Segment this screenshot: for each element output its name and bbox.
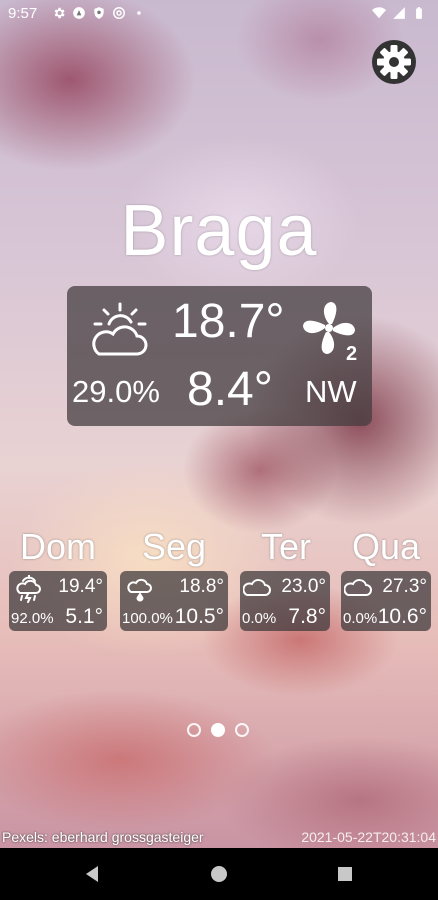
- forecast-day-label: Dom: [19, 526, 96, 567]
- forecast-humidity: 92.0%: [11, 610, 54, 627]
- forecast-temp-max: 27.3°: [382, 576, 427, 597]
- forecast-day-label: Qua: [351, 526, 421, 567]
- page-indicator: [187, 723, 249, 737]
- at-icon: [113, 7, 125, 19]
- battery-icon: [416, 7, 422, 19]
- page-dot[interactable]: [235, 723, 249, 737]
- status-notification-icons: [52, 6, 146, 20]
- cloud-icon: [344, 579, 372, 596]
- current-temp-min: 8.4°: [187, 363, 273, 416]
- status-system-icons: [372, 6, 426, 20]
- shield-icon: [94, 7, 104, 19]
- forecast-temp-min: 5.1°: [65, 605, 103, 628]
- current-weather-panel[interactable]: 18.7° 2 29.0% 8.4° NW: [67, 286, 372, 426]
- cloud-icon: [243, 579, 271, 596]
- forecast-card-dom[interactable]: 19.4° 92.0% 5.1°: [9, 571, 107, 631]
- update-timestamp: 2021-05-22T20:31:04: [301, 829, 436, 845]
- current-wind-direction: NW: [305, 374, 357, 409]
- forecast-temp-min: 7.8°: [288, 605, 326, 628]
- app-screen: 9:57 Braga 18.7° 2 29.0% 8.4° NW Dom Seg…: [0, 0, 438, 900]
- page-dot[interactable]: [187, 723, 201, 737]
- system-nav-bar: [0, 848, 438, 900]
- settings-button[interactable]: [370, 38, 418, 86]
- forecast-temp-max: 19.4°: [58, 576, 103, 597]
- more-notifications-dot: [137, 11, 141, 15]
- current-temp-max: 18.7°: [172, 295, 285, 348]
- forecast-humidity: 0.0%: [242, 610, 277, 627]
- forecast-day-label: Seg: [141, 526, 207, 567]
- page-dot-active[interactable]: [211, 723, 225, 737]
- forecast-card-qua[interactable]: 27.3° 0.0% 10.6°: [341, 571, 431, 631]
- photo-credit[interactable]: Pexels: eberhard grossgasteiger: [2, 829, 204, 845]
- back-icon[interactable]: [80, 862, 104, 886]
- forecast-card-seg[interactable]: 18.8° 100.0% 10.5°: [120, 571, 228, 631]
- forecast-humidity: 0.0%: [343, 610, 378, 627]
- wind-force-label: 2: [346, 343, 357, 362]
- city-name: Braga: [120, 191, 318, 271]
- status-time: 9:57: [8, 5, 38, 22]
- forecast-temp-max: 18.8°: [179, 576, 224, 597]
- forecast-card-ter[interactable]: 23.0° 0.0% 7.8°: [240, 571, 330, 631]
- wind-fan-icon: 2: [303, 302, 357, 362]
- partly-cloudy-day-icon: [92, 302, 148, 356]
- status-bar: 9:57: [0, 0, 438, 30]
- forecast-temp-max: 23.0°: [281, 576, 326, 597]
- forecast-day-label: Ter: [260, 526, 311, 567]
- thunder-rain-icon: [16, 575, 41, 603]
- gear-icon: [372, 40, 416, 84]
- gear-icon: [54, 7, 65, 19]
- recents-icon[interactable]: [333, 862, 357, 886]
- forecast-temp-min: 10.6°: [377, 605, 427, 628]
- signal-icon: [393, 7, 405, 19]
- rain-cloud-icon: [127, 578, 152, 602]
- assistant-icon: [73, 7, 85, 19]
- forecast-temp-min: 10.5°: [174, 605, 224, 628]
- home-icon[interactable]: [207, 862, 231, 886]
- wifi-icon: [372, 7, 386, 19]
- current-humidity: 29.0%: [72, 374, 160, 409]
- forecast-humidity: 100.0%: [122, 610, 173, 627]
